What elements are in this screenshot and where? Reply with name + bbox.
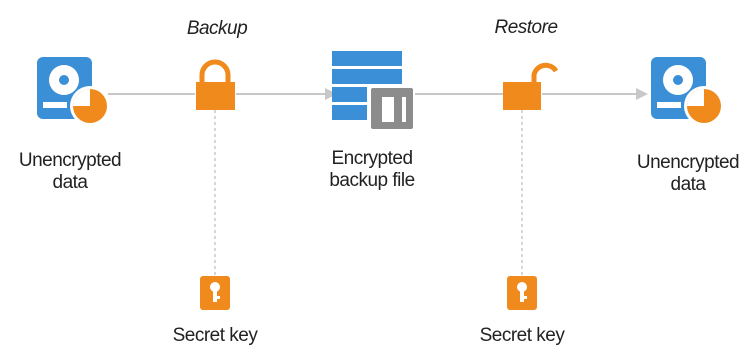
arrow-head-icon bbox=[636, 88, 648, 100]
unlock-icon bbox=[503, 62, 559, 110]
destination-label-line2: data bbox=[670, 174, 706, 195]
secret-key-icon bbox=[200, 276, 230, 310]
backup-secret-key-label: Secret key bbox=[172, 325, 258, 346]
backup-stage-label: Backup bbox=[186, 18, 248, 39]
restore-secret-key-label: Secret key bbox=[479, 325, 565, 346]
destination-data-label: Unencrypted data bbox=[636, 152, 740, 196]
secret-key-icon bbox=[507, 276, 537, 310]
encrypted-file-label: Encrypted backup file bbox=[329, 148, 415, 192]
source-label-line2: data bbox=[52, 172, 88, 193]
source-label-line1: Unencrypted bbox=[18, 150, 122, 171]
restore-stage-label: Restore bbox=[494, 17, 558, 38]
source-data-label: Unencrypted data bbox=[18, 150, 122, 194]
encrypted-backup-file-icon bbox=[332, 51, 415, 131]
encrypted-label-line2: backup file bbox=[329, 170, 415, 191]
encrypted-label-line1: Encrypted bbox=[331, 148, 413, 169]
source-disk-icon bbox=[37, 57, 110, 126]
destination-disk-icon bbox=[651, 57, 724, 126]
destination-label-line1: Unencrypted bbox=[636, 152, 740, 173]
lock-icon bbox=[196, 59, 235, 110]
